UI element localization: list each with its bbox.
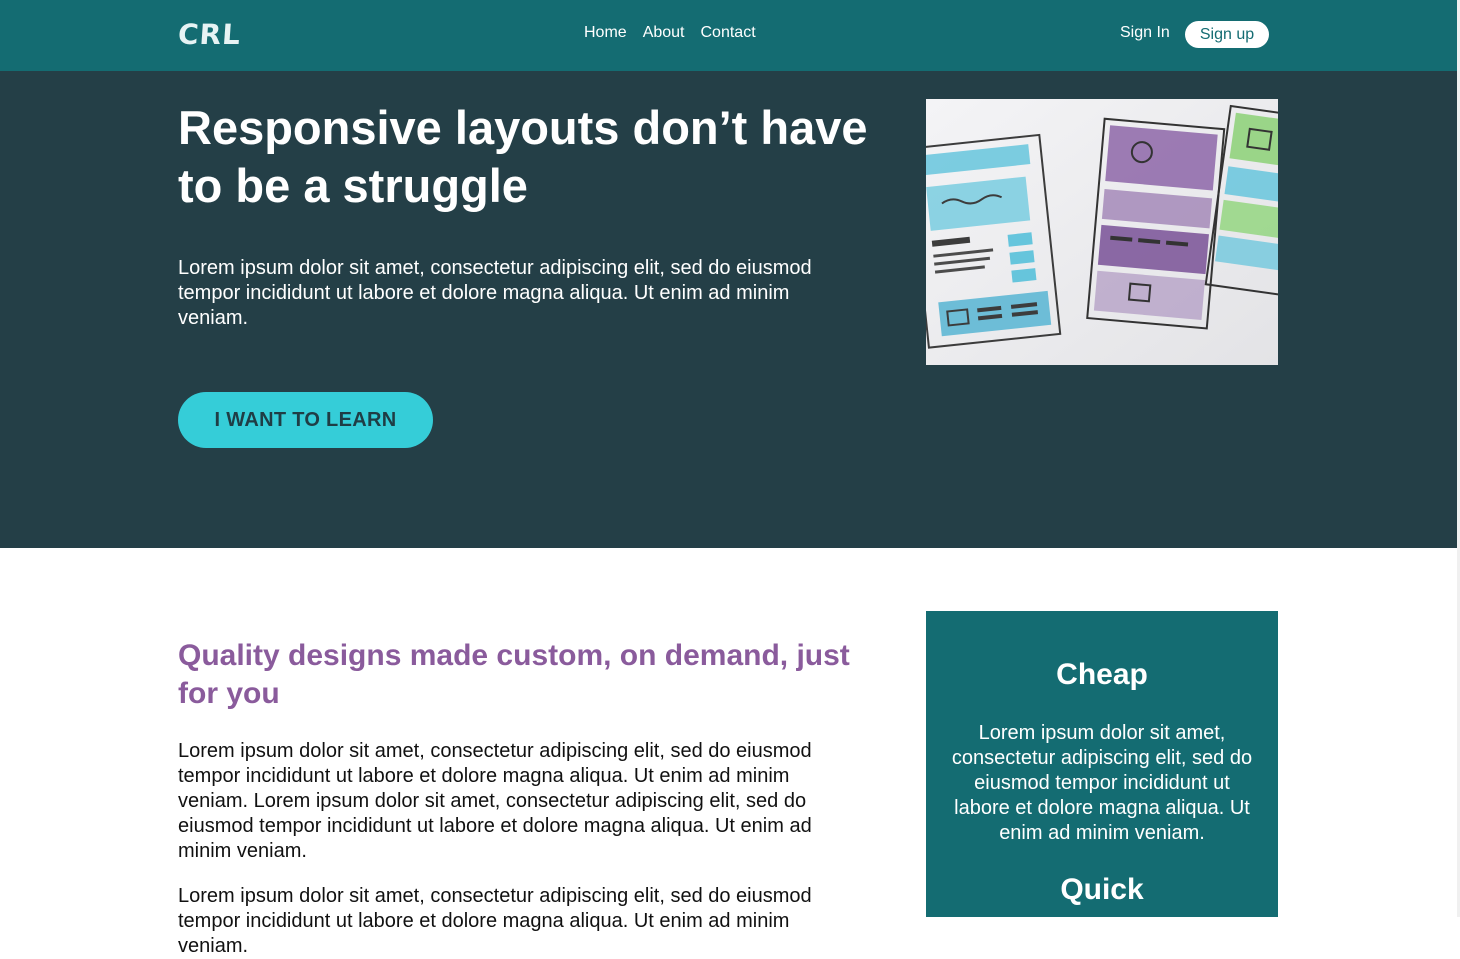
nav-links: Home About Contact	[584, 24, 756, 42]
logo[interactable]: CRL	[177, 18, 242, 51]
nav-link-about[interactable]: About	[643, 24, 685, 42]
feature-text-cheap: Lorem ipsum dolor sit amet, consectetur …	[951, 722, 1253, 844]
hero-title: Responsive layouts don’t have to be a st…	[178, 101, 868, 212]
body-paragraph: Lorem ipsum dolor sit amet, consectetur …	[178, 885, 812, 957]
nav-link-home[interactable]: Home	[584, 24, 627, 42]
hero-text: Lorem ipsum dolor sit amet, consectetur …	[178, 257, 812, 329]
body-paragraph: Lorem ipsum dolor sit amet, consectetur …	[178, 740, 812, 862]
sign-up-button[interactable]: Sign up	[1185, 21, 1269, 48]
feature-title-quick: Quick	[1060, 873, 1144, 906]
nav-link-contact[interactable]: Contact	[701, 24, 756, 42]
top-navbar: CRL Home About Contact Sign In Sign up	[0, 0, 1457, 71]
features-panel: Cheap Lorem ipsum dolor sit amet, consec…	[926, 611, 1278, 917]
section-heading: Quality designs made custom, on demand, …	[178, 639, 850, 710]
learn-cta-button[interactable]: I WANT TO LEARN	[178, 392, 433, 448]
hero-section: Responsive layouts don’t have to be a st…	[0, 71, 1457, 548]
sign-in-link[interactable]: Sign In	[1120, 24, 1170, 42]
feature-title-cheap: Cheap	[1056, 658, 1148, 691]
wireframe-sketch-image	[926, 99, 1278, 365]
